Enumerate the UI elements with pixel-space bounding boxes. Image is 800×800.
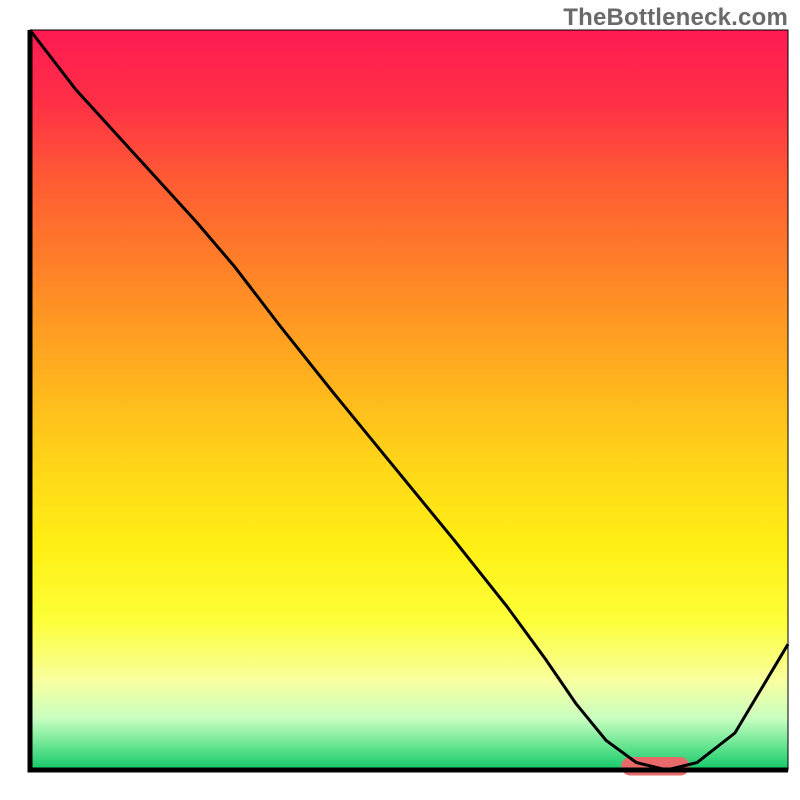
chart-container: TheBottleneck.com [0,0,800,800]
bottleneck-chart [0,0,800,800]
watermark-text: TheBottleneck.com [563,4,788,32]
chart-background [30,30,788,770]
